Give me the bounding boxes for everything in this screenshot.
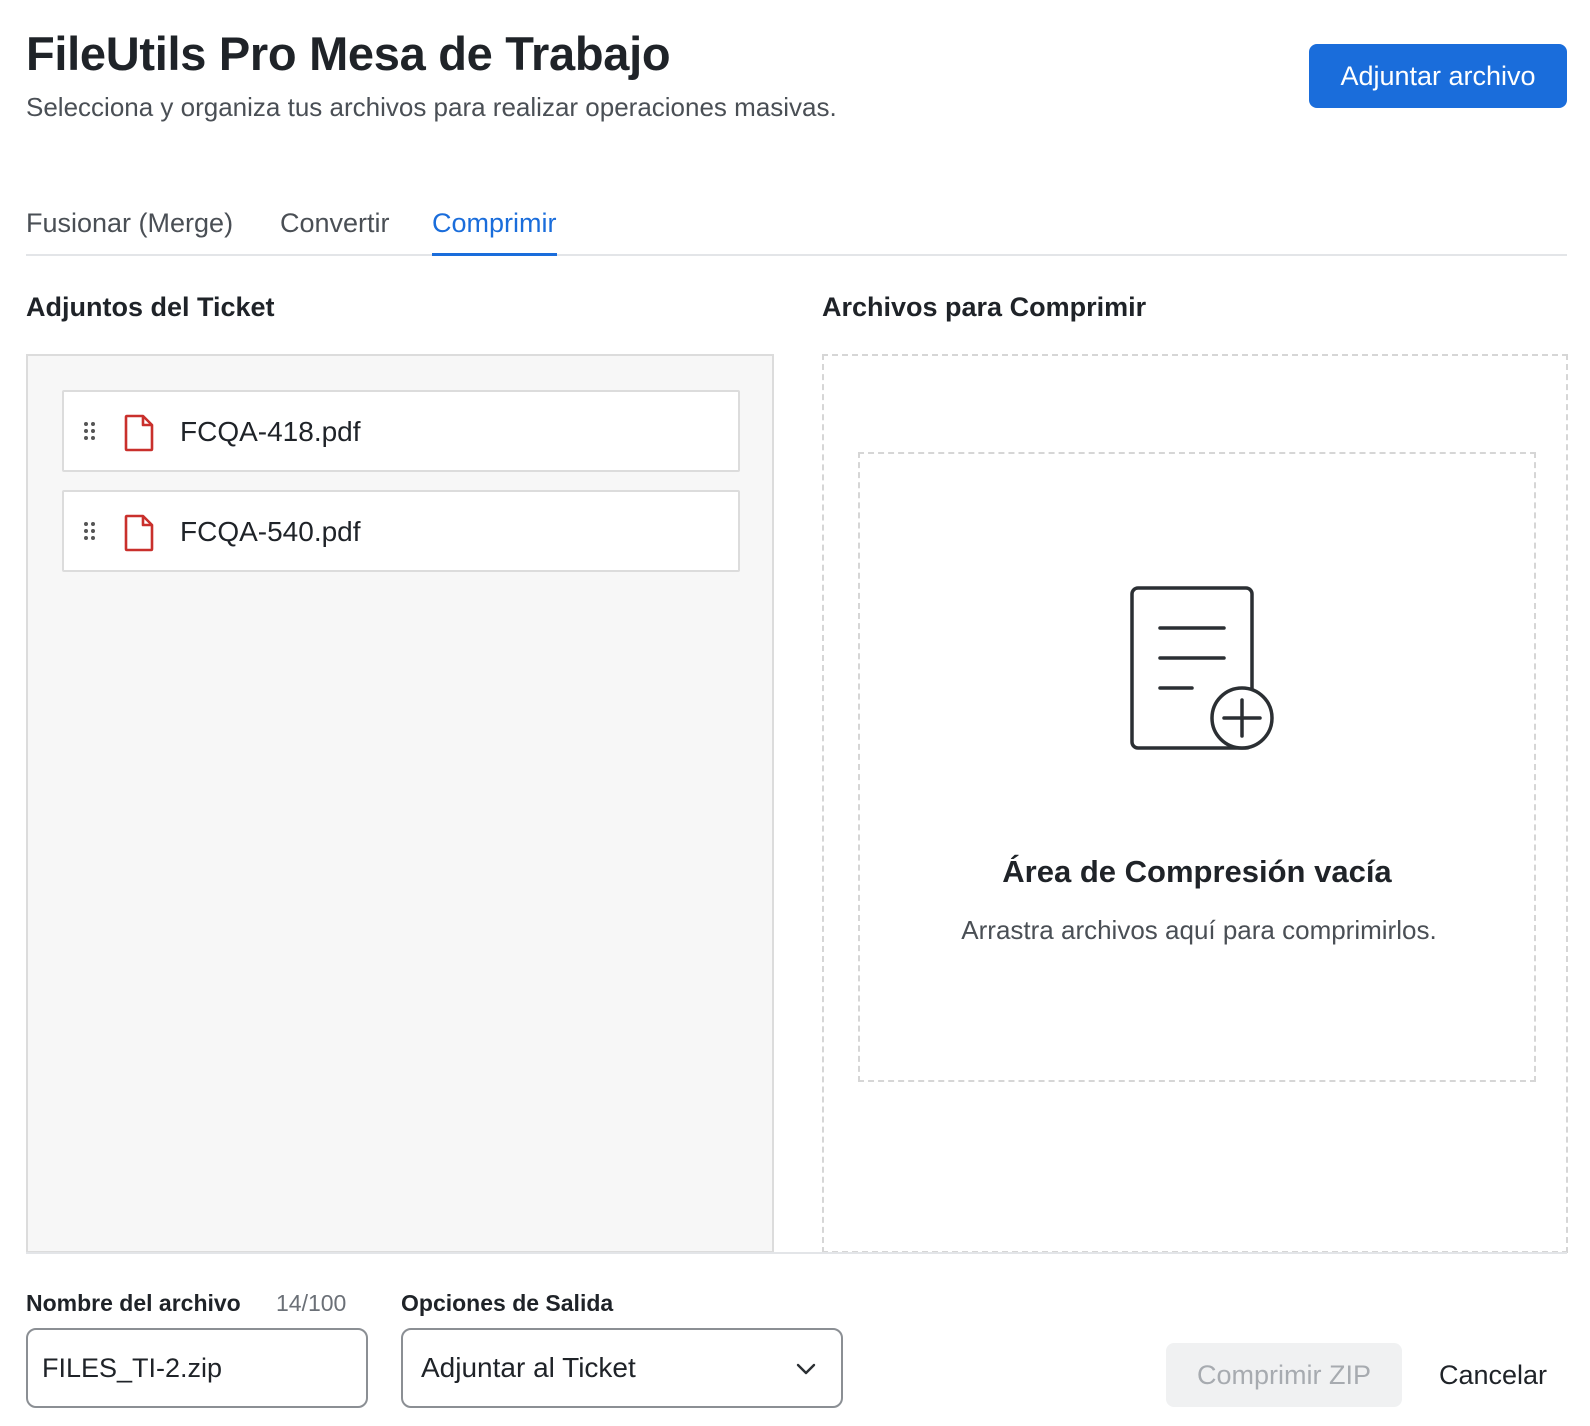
- tab-merge[interactable]: Fusionar (Merge): [26, 208, 233, 253]
- attachment-item[interactable]: FCQA-418.pdf: [62, 390, 740, 472]
- drop-zone[interactable]: Área de Compresión vacía Arrastra archiv…: [858, 452, 1536, 1082]
- drag-handle-icon[interactable]: [82, 420, 98, 442]
- drag-handle-icon[interactable]: [82, 520, 98, 542]
- output-options-label: Opciones de Salida: [401, 1290, 614, 1316]
- output-options-value: Adjuntar al Ticket: [421, 1352, 636, 1383]
- filename-label: Nombre del archivo: [26, 1290, 241, 1316]
- empty-state-title: Área de Compresión vacía: [1002, 854, 1392, 889]
- page-title: FileUtils Pro Mesa de Trabajo: [26, 27, 671, 80]
- attachment-name: FCQA-418.pdf: [180, 416, 361, 447]
- filename-input[interactable]: [26, 1328, 368, 1408]
- cancel-button[interactable]: Cancelar: [1418, 1343, 1568, 1407]
- tab-compress[interactable]: Comprimir: [432, 208, 557, 256]
- chevron-down-icon: [796, 1363, 816, 1375]
- compress-zip-button[interactable]: Comprimir ZIP: [1166, 1343, 1402, 1407]
- attachment-item[interactable]: FCQA-540.pdf: [62, 490, 740, 572]
- add-document-icon: [1130, 586, 1274, 750]
- pdf-file-icon: [124, 414, 154, 452]
- operation-tabs: Fusionar (Merge) Convertir Comprimir: [26, 200, 1567, 256]
- pdf-file-icon: [124, 514, 154, 552]
- empty-state-description: Arrastra archivos aquí para comprimirlos…: [961, 915, 1437, 945]
- compress-drop-panel[interactable]: Área de Compresión vacía Arrastra archiv…: [822, 354, 1568, 1253]
- filename-char-count: 14/100: [276, 1290, 347, 1316]
- bottom-divider: [26, 1252, 1567, 1254]
- ticket-attachments-list: FCQA-418.pdf FCQA-540.pdf: [26, 354, 774, 1253]
- page-subtitle: Selecciona y organiza tus archivos para …: [26, 92, 837, 122]
- output-options-select[interactable]: Adjuntar al Ticket: [401, 1328, 843, 1408]
- attach-file-button[interactable]: Adjuntar archivo: [1309, 44, 1567, 108]
- workbench-page: FileUtils Pro Mesa de Trabajo Selecciona…: [0, 0, 1590, 1426]
- compress-files-title: Archivos para Comprimir: [822, 292, 1147, 322]
- tab-convert[interactable]: Convertir: [280, 208, 390, 253]
- ticket-attachments-title: Adjuntos del Ticket: [26, 292, 275, 322]
- attachment-name: FCQA-540.pdf: [180, 516, 361, 547]
